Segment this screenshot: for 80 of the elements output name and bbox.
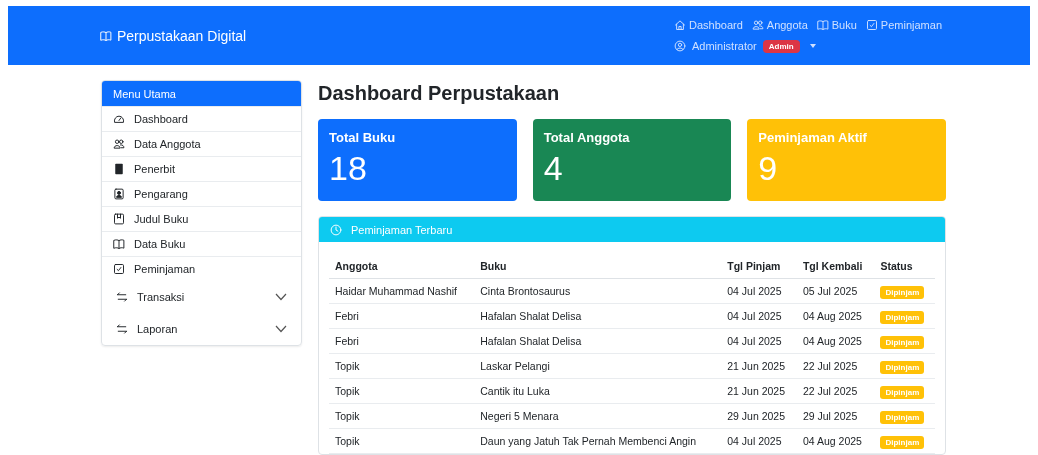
table-cell: Haidar Muhammad Nashif [329,278,475,304]
table-cell: 04 Jul 2025 [721,328,797,354]
sidebar-item[interactable]: Data Anggota [102,131,301,156]
table-cell: 04 Aug 2025 [796,328,875,354]
table-cell: Topik [329,353,475,379]
card-title: Peminjaman Terbaru [351,223,453,236]
column-header: Tgl Pinjam [721,254,797,279]
table-cell: Febri [329,303,475,329]
sidebar-group[interactable]: Transaksi [102,281,301,313]
sidebar-item[interactable]: Judul Buku [102,206,301,231]
table-cell: Cantik itu Luka [474,378,722,404]
table-cell: 04 Aug 2025 [796,428,875,454]
status-badge: Dipinjam [880,336,925,349]
nav-link[interactable]: Dashboard [688,18,743,31]
table-cell: 29 Jul 2025 [796,403,875,429]
table-cell: 22 Jul 2025 [796,378,875,404]
status-badge: Dipinjam [880,436,925,449]
home-icon [673,18,686,31]
chevron-down-icon [275,293,287,301]
sidebar-item[interactable]: Pengarang [102,181,301,206]
table-cell: 29 Jun 2025 [721,403,797,429]
table-cell: Daun yang Jatuh Tak Pernah Membenci Angin [474,428,722,454]
column-header: Anggota [329,254,475,279]
book-icon [816,18,829,31]
stat-value: 9 [758,149,779,188]
people-icon [751,18,764,31]
stat-label: Peminjaman Aktif [758,130,868,145]
table-cell: 05 Jul 2025 [796,278,875,304]
caret-icon[interactable] [809,44,816,48]
swap-arrows-icon [116,291,128,303]
sidebar-group[interactable]: Laporan [102,313,301,345]
status-badge: Dipinjam [880,286,925,299]
table-cell: 04 Jul 2025 [721,303,797,329]
book-icon [113,163,125,175]
stat-value: 18 [329,149,368,188]
sidebar-item[interactable]: Data Buku [102,231,301,256]
column-header: Status [874,254,935,279]
table-cell: Negeri 5 Menara [474,403,722,429]
table-cell: Hafalan Shalat Delisa [474,303,722,329]
page-heading: Dashboard Perpustakaan [318,82,561,105]
sidebar-item[interactable]: Penerbit [102,156,301,181]
column-header: Buku [474,254,722,279]
brand-title[interactable]: Perpustakaan Digital [117,27,247,44]
stat-label: Total Buku [329,130,397,145]
sidebar-header: Menu Utama [102,81,301,106]
sidebar-item[interactable]: Dashboard [102,106,301,131]
sidebar-item[interactable]: Peminjaman [102,256,301,281]
people-icon [113,138,125,150]
table-cell: 04 Jul 2025 [721,278,797,304]
stat-label: Total Anggota [543,130,631,145]
bookmark-icon [113,213,125,225]
table-cell: 22 Jul 2025 [796,353,875,379]
status-badge: Dipinjam [880,361,925,374]
checkbox-icon [865,18,878,31]
table-cell: Hafalan Shalat Delisa [474,328,722,354]
chevron-down-icon [275,325,287,333]
role-badge: Admin [762,39,800,53]
table-cell: 21 Jun 2025 [721,353,797,379]
table-cell: Laskar Pelangi [474,353,722,379]
stat-value: 4 [543,149,564,188]
table-cell: 21 Jun 2025 [721,378,797,404]
book-icon [100,29,112,42]
table-cell: Topik [329,378,475,404]
table-cell: 04 Aug 2025 [796,303,875,329]
status-badge: Dipinjam [880,386,925,399]
table-cell: Topik [329,403,475,429]
swap-arrows-icon [116,323,128,335]
contact-card-icon [113,188,125,200]
table-cell: Febri [329,328,475,354]
status-badge: Dipinjam [880,411,925,424]
checkbox-icon [113,263,125,275]
table-cell: Cinta Brontosaurus [474,278,722,304]
book-icon [113,238,125,250]
table-cell: 04 Jul 2025 [721,428,797,454]
status-badge: Dipinjam [880,311,925,324]
column-header: Tgl Kembali [796,254,875,279]
clock-icon [330,223,342,236]
gauge-icon [113,113,125,125]
user-circle-icon [673,40,686,52]
table-cell: Topik [329,428,475,454]
